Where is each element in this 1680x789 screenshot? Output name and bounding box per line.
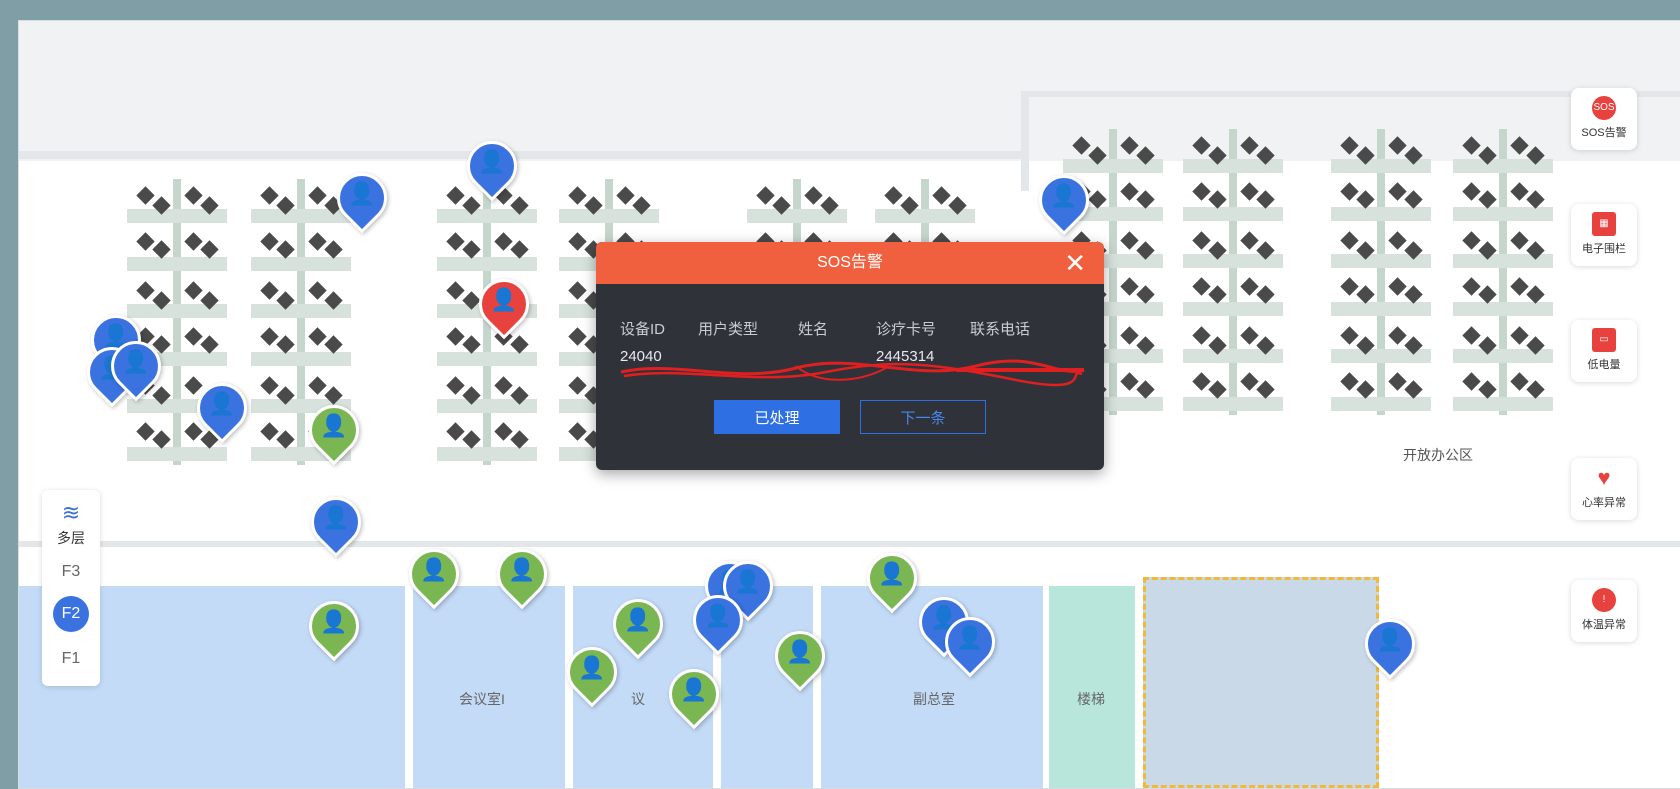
person-icon: 👤	[786, 639, 814, 664]
patient-marker[interactable]: 👤	[456, 130, 528, 203]
sos-icon: SOS	[1592, 96, 1616, 120]
side-button-battery[interactable]: ▭ 低电量	[1571, 320, 1637, 382]
person-icon: 👤	[348, 181, 376, 206]
desk-cluster	[1331, 224, 1431, 320]
room-dashed	[1143, 577, 1379, 788]
staff-marker[interactable]: 👤	[486, 538, 558, 611]
room-label-stairs: 楼梯	[1077, 691, 1105, 707]
staff-marker[interactable]: 👤	[398, 538, 470, 611]
header-name: 姓名	[798, 321, 829, 338]
desk-cluster	[1453, 319, 1553, 415]
redaction-scribble	[620, 359, 1085, 387]
person-icon: 👤	[320, 609, 348, 634]
side-button-label: 体温异常	[1582, 619, 1626, 631]
person-icon: 👤	[1376, 627, 1404, 652]
desk-cluster	[1183, 319, 1283, 415]
floor-f3[interactable]: F3	[42, 563, 100, 581]
header-device-id: 设备ID	[620, 321, 666, 338]
fence-icon: ▦	[1592, 212, 1616, 236]
person-icon: 👤	[478, 149, 506, 174]
person-icon: 👤	[956, 625, 984, 650]
desk-cluster	[1183, 224, 1283, 320]
sos-alert-dialog: SOS告警 ✕ 设备ID 用户类型 姓名 诊疗卡号 联系电话 24040 244…	[596, 242, 1104, 470]
side-button-label: 电子围栏	[1582, 243, 1626, 255]
side-button-fence[interactable]: ▦ 电子围栏	[1571, 204, 1637, 266]
sos-patient-marker[interactable]: 👤	[468, 268, 540, 341]
person-icon: 👤	[122, 349, 150, 374]
staff-marker[interactable]: 👤	[602, 588, 674, 661]
person-icon: 👤	[1050, 183, 1078, 208]
desk-cluster	[1453, 129, 1553, 225]
person-icon: 👤	[624, 607, 652, 632]
staff-marker[interactable]: 👤	[298, 590, 370, 663]
header-card-no: 诊疗卡号	[876, 321, 937, 338]
staff-marker[interactable]: 👤	[764, 620, 836, 693]
wall	[1021, 91, 1029, 191]
patient-marker[interactable]: 👤	[300, 486, 372, 559]
patient-marker[interactable]: 👤	[682, 584, 754, 657]
staff-marker[interactable]: 👤	[298, 394, 370, 467]
desk-cluster	[437, 369, 537, 465]
heart-icon: ♥	[1592, 466, 1616, 490]
room-meeting	[413, 586, 565, 788]
desk-cluster	[251, 274, 351, 370]
person-icon: 👤	[680, 677, 708, 702]
side-button-heart[interactable]: ♥ 心率异常	[1571, 458, 1637, 520]
desk-cluster	[1331, 319, 1431, 415]
desk-cluster	[1331, 129, 1431, 225]
layers-icon[interactable]: ≋	[42, 500, 100, 526]
side-button-label: SOS告警	[1581, 127, 1627, 139]
header-user-type: 用户类型	[698, 321, 759, 338]
patient-marker[interactable]: 👤	[934, 606, 1006, 679]
desk-cluster	[1183, 129, 1283, 225]
close-icon[interactable]: ✕	[1064, 246, 1086, 280]
room-label-meeting: 会议室I	[459, 691, 505, 707]
person-icon: 👤	[578, 655, 606, 680]
person-icon: 👤	[878, 561, 906, 586]
patient-marker[interactable]: 👤	[1354, 608, 1426, 681]
desk-cluster	[1453, 224, 1553, 320]
side-button-label: 心率异常	[1582, 497, 1626, 509]
zone-label-open-office: 开放办公区	[1403, 447, 1473, 463]
floor-f1[interactable]: F1	[42, 650, 100, 668]
person-icon: 👤	[420, 557, 448, 582]
room-stairs	[1049, 586, 1135, 788]
header-phone: 联系电话	[970, 321, 1031, 338]
side-button-temperature[interactable]: ! 体温异常	[1571, 580, 1637, 642]
person-icon: 👤	[734, 569, 762, 594]
next-button[interactable]: 下一条	[860, 400, 986, 434]
side-button-sos[interactable]: SOS SOS告警	[1571, 88, 1637, 150]
battery-icon: ▭	[1592, 328, 1616, 352]
staff-marker[interactable]: 👤	[658, 658, 730, 731]
desk-cluster	[127, 179, 227, 275]
person-icon: 👤	[322, 505, 350, 530]
person-icon: 👤	[490, 287, 518, 312]
patient-marker[interactable]: 👤	[326, 162, 398, 235]
wall	[19, 151, 1029, 159]
dialog-title: SOS告警	[817, 254, 883, 271]
floor-selector: ≋ 多层 F3 F2 F1	[42, 490, 100, 686]
patient-marker[interactable]: 👤	[186, 372, 258, 445]
multi-floor-label[interactable]: 多层	[42, 528, 100, 548]
patient-marker[interactable]: 👤	[1028, 164, 1100, 237]
person-icon: 👤	[704, 603, 732, 628]
floor-f2[interactable]: F2	[53, 596, 89, 632]
person-icon: 👤	[320, 413, 348, 438]
dialog-header: SOS告警 ✕	[596, 242, 1104, 284]
side-button-label: 低电量	[1587, 359, 1621, 371]
room-label-vp: 副总室	[913, 691, 955, 707]
patient-marker[interactable]: 👤	[100, 330, 172, 403]
thermometer-icon: !	[1592, 588, 1616, 612]
staff-marker[interactable]: 👤	[856, 542, 928, 615]
staff-marker[interactable]: 👤	[556, 636, 628, 709]
person-icon: 👤	[508, 557, 536, 582]
room-label-meeting-2: 议	[631, 691, 645, 707]
person-icon: 👤	[208, 391, 236, 416]
wall	[19, 541, 1680, 547]
processed-button[interactable]: 已处理	[714, 400, 840, 434]
